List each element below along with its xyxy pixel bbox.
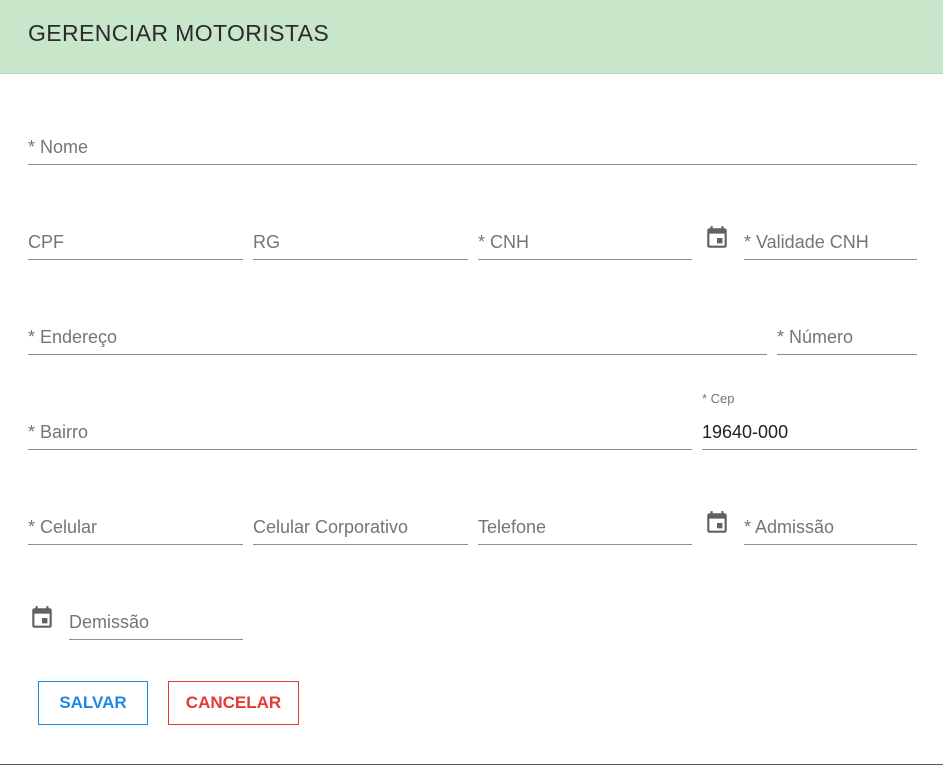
- bairro-input[interactable]: [28, 419, 692, 445]
- page-title: GERENCIAR MOTORISTAS: [28, 20, 330, 46]
- cpf-input[interactable]: [28, 229, 243, 255]
- calendar-icon[interactable]: [704, 225, 730, 251]
- validade-cnh-input[interactable]: [744, 229, 917, 255]
- page-header: GERENCIAR MOTORISTAS: [0, 0, 943, 74]
- cnh-input[interactable]: [478, 229, 692, 255]
- cep-label: * Cep: [702, 391, 735, 406]
- cpf-field[interactable]: [28, 221, 243, 260]
- nome-input[interactable]: [28, 134, 917, 160]
- rg-field[interactable]: [253, 221, 468, 260]
- celular-corporativo-input[interactable]: [253, 514, 468, 540]
- rg-input[interactable]: [253, 229, 468, 255]
- admissao-input[interactable]: [744, 514, 917, 540]
- endereco-input[interactable]: [28, 324, 767, 350]
- validade-cnh-field[interactable]: [744, 221, 917, 260]
- cep-field[interactable]: * Cep: [702, 391, 917, 450]
- cep-input[interactable]: [702, 419, 917, 445]
- numero-field[interactable]: [777, 316, 917, 355]
- nome-field[interactable]: [28, 126, 917, 165]
- numero-input[interactable]: [777, 324, 917, 350]
- cnh-field[interactable]: [478, 221, 692, 260]
- calendar-icon[interactable]: [29, 605, 55, 631]
- cancel-button[interactable]: CANCELAR: [168, 681, 299, 725]
- demissao-field[interactable]: [69, 601, 243, 640]
- calendar-icon[interactable]: [704, 510, 730, 536]
- celular-input[interactable]: [28, 514, 243, 540]
- admissao-field[interactable]: [744, 506, 917, 545]
- celular-corporativo-field[interactable]: [253, 506, 468, 545]
- demissao-input[interactable]: [69, 609, 243, 635]
- telefone-input[interactable]: [478, 514, 692, 540]
- save-button[interactable]: SALVAR: [38, 681, 148, 725]
- celular-field[interactable]: [28, 506, 243, 545]
- endereco-field[interactable]: [28, 316, 767, 355]
- telefone-field[interactable]: [478, 506, 692, 545]
- bairro-field[interactable]: [28, 411, 692, 450]
